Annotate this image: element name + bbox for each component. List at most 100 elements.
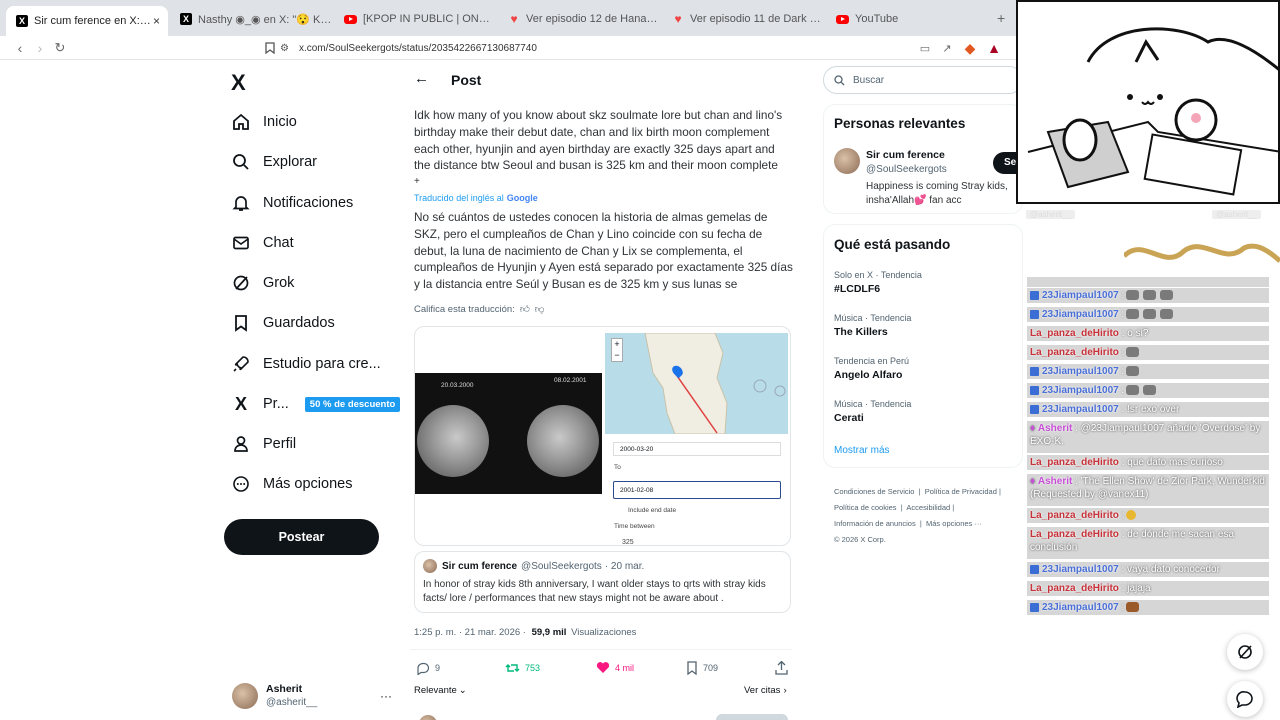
bookmark-page-icon[interactable] <box>260 38 280 58</box>
new-tab-button[interactable]: + <box>997 10 1005 26</box>
x-premium-icon: X <box>234 393 247 414</box>
chat-message: La_panza_deHirito : <box>1027 508 1269 523</box>
share-icon[interactable]: ↗ <box>937 38 957 58</box>
site-info-icon[interactable]: ⚙ <box>280 43 289 54</box>
trend-title: Cerati <box>834 412 864 424</box>
grok-floating-button[interactable] <box>1227 634 1263 670</box>
nav-label: Guardados <box>263 315 335 331</box>
more-circle-icon <box>230 473 252 495</box>
zoom-in-button: + <box>614 339 620 349</box>
x-logo[interactable]: X <box>231 70 246 96</box>
moon-right <box>527 405 599 477</box>
thumbs-down-icon[interactable]: 👎︎ <box>535 303 545 315</box>
show-more[interactable]: + <box>414 174 420 191</box>
trend-item[interactable]: Música · Tendencia The Killers <box>834 313 911 338</box>
nav-mas-opciones[interactable]: Más opciones <box>230 468 352 500</box>
forward-button[interactable]: › <box>30 38 50 58</box>
close-icon[interactable]: × <box>153 14 160 28</box>
bookmark-button[interactable]: 709 <box>686 661 718 675</box>
back-arrow-icon[interactable]: ← <box>414 70 429 87</box>
cast-icon[interactable]: ▭ <box>915 38 935 58</box>
chat-text: : <box>1121 309 1125 320</box>
tab[interactable]: X Nasthy ◉_◉ en X: "😯 Knowknow <box>170 6 332 32</box>
tab[interactable]: ♥ Ver episodio 12 de Hanazakari no Ki <box>498 6 660 32</box>
map-image: + − <box>605 333 788 434</box>
chat-text: : jajaja <box>1121 583 1151 594</box>
search-box[interactable]: Buscar <box>823 66 1023 94</box>
mail-icon <box>230 232 252 254</box>
chat-message: 23Jiampaul1007 : !sr exo over <box>1027 402 1269 417</box>
chat-text: : o si? <box>1121 328 1149 339</box>
zoom-out-button: − <box>614 350 620 360</box>
account-switcher[interactable]: Asherit @asherit__ ··· <box>232 681 392 711</box>
thumbs-up-icon[interactable]: 👍︎ <box>520 303 530 315</box>
footer-link[interactable]: Accesibilidad <box>906 503 950 512</box>
address-bar[interactable]: ⚙ x.com/SoulSeekergots/status/2035422667… <box>280 37 1010 59</box>
nav-explorar[interactable]: Explorar <box>230 146 317 178</box>
nav-premium[interactable]: X Pr... 50 % de descuento <box>230 388 401 420</box>
brave-rewards-icon[interactable]: ▲ <box>984 38 1004 58</box>
tab-title: Sir cum ference en X: "Idk how m <box>34 15 153 27</box>
time-between-label: Time between <box>614 523 655 530</box>
nav-grok[interactable]: Grok <box>230 267 294 299</box>
back-button[interactable]: ‹ <box>10 38 30 58</box>
post-media[interactable]: 20.03.2000 08.02.2001 + − 2000-03-20 To … <box>414 326 791 546</box>
nav-label: Chat <box>263 235 294 251</box>
person-name[interactable]: Sir cum ference <box>866 149 945 161</box>
nav-guardados[interactable]: Guardados <box>230 307 335 339</box>
trend-item[interactable]: Solo en X · Tendencia #LCDLF6 <box>834 270 922 295</box>
moon-date-right: 08.02.2001 <box>554 377 587 384</box>
post-button[interactable]: Postear <box>224 519 379 555</box>
footer-link[interactable]: Más opciones ··· <box>926 519 982 528</box>
trend-category: Tendencia en Perú <box>834 356 910 366</box>
follow-button[interactable]: Se <box>993 152 1017 174</box>
chat-message: La_panza_deHirito : <box>1027 345 1269 360</box>
reload-button[interactable]: ↻ <box>50 38 70 58</box>
quoted-post[interactable]: Sir cum ference @SoulSeekergots · 20 mar… <box>414 551 791 613</box>
repost-button[interactable]: 753 <box>505 661 540 675</box>
reply-count: 9 <box>435 663 441 673</box>
nav-chat[interactable]: Chat <box>230 227 294 259</box>
chat-text: : <box>1121 385 1125 396</box>
more-icon[interactable]: ··· <box>380 689 392 703</box>
footer-link[interactable]: Condiciones de Servicio <box>834 487 914 496</box>
tab-title: [KPOP IN PUBLIC | ONE TAKE] VIVIZ <box>363 13 496 25</box>
nav-estudio[interactable]: Estudio para cre... <box>230 348 381 380</box>
chat-user: 23Jiampaul1007 <box>1042 366 1119 377</box>
emote-icon <box>1126 309 1140 320</box>
like-button[interactable]: 4 mil <box>596 661 634 674</box>
tab[interactable]: [KPOP IN PUBLIC | ONE TAKE] VIVIZ <box>334 6 496 32</box>
trend-item[interactable]: Tendencia en Perú Angelo Alfaro <box>834 356 909 381</box>
tab-active[interactable]: X Sir cum ference en X: "Idk how m × <box>6 6 168 36</box>
person-bio: Happiness is coming Stray kids, insha'Al… <box>866 181 1008 206</box>
tab[interactable]: YouTube <box>826 6 988 32</box>
footer-link[interactable]: Política de Privacidad <box>925 487 997 496</box>
chat-user: Asherit <box>1037 423 1073 434</box>
view-quotes-link[interactable]: Ver citas › <box>744 685 787 696</box>
emote-icon <box>1126 602 1140 613</box>
emote-icon <box>1126 366 1140 377</box>
post-text: Idk how many of you know about skz soulm… <box>414 108 783 173</box>
views-count: 59,9 mil <box>531 627 567 638</box>
trend-item[interactable]: Música · Tendencia Cerati <box>834 399 911 424</box>
nav-notificaciones[interactable]: Notificaciones <box>230 187 353 219</box>
footer-link[interactable]: Política de cookies <box>834 503 897 512</box>
bookmark-icon <box>686 661 698 675</box>
chat-badge-icon <box>1030 366 1039 376</box>
chat-message: La_panza_deHirito : jajaja <box>1027 581 1269 596</box>
nav-label: Pr... <box>263 396 289 412</box>
footer-link[interactable]: Información de anuncios <box>834 519 916 528</box>
page-title: Post <box>451 72 482 88</box>
translation-source[interactable]: Traducido del inglés al Google <box>414 193 538 203</box>
tab[interactable]: ♥ Ver episodio 11 de Dark Moon: Tsuk <box>662 6 824 32</box>
nav-perfil[interactable]: Perfil <box>230 428 296 460</box>
nav-inicio[interactable]: Inicio <box>230 106 297 138</box>
chat-message: La_panza_deHirito : que dato mas curioso <box>1027 455 1269 470</box>
brave-shield-icon[interactable]: ◆ <box>960 38 980 58</box>
share-button[interactable] <box>775 661 788 675</box>
chat-badge-icon <box>1030 602 1039 612</box>
show-more-link[interactable]: Mostrar más <box>834 445 890 456</box>
messages-floating-button[interactable] <box>1227 681 1263 717</box>
sort-dropdown[interactable]: Relevante ⌄ <box>414 685 467 696</box>
reply-button[interactable]: 9 <box>416 661 440 675</box>
